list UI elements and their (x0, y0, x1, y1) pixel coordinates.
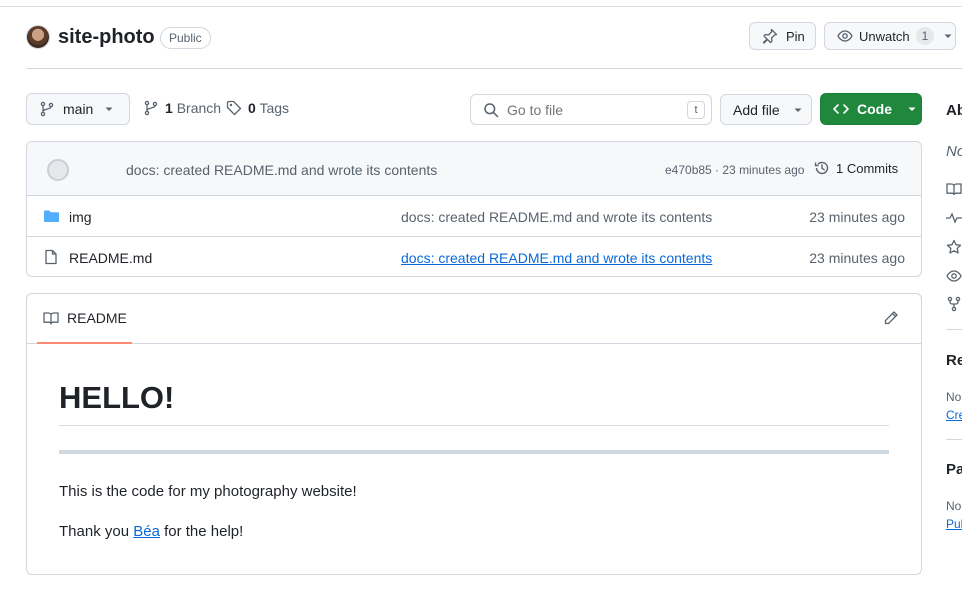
unwatch-label: Unwatch (859, 28, 910, 44)
sidebar-divider (946, 329, 962, 330)
visibility-badge: Public (160, 27, 211, 49)
pin-button[interactable]: Pin (749, 22, 816, 50)
eye-icon[interactable] (946, 268, 962, 284)
packages-heading[interactable]: Pa (946, 461, 962, 478)
chevron-down-icon (908, 107, 916, 111)
tag-count: 0 (248, 100, 256, 116)
unwatch-button[interactable]: Unwatch 1 (824, 22, 956, 50)
pin-label: Pin (786, 28, 805, 44)
branches-link[interactable]: 1 Branch (143, 100, 221, 116)
sidebar-divider (946, 439, 962, 440)
code-button[interactable]: Code (820, 93, 922, 125)
search-shortcut-key: t (687, 101, 705, 119)
file-name[interactable]: img (69, 209, 92, 225)
file-commit-time: 23 minutes ago (809, 209, 905, 225)
owner-avatar[interactable] (26, 25, 50, 49)
readme-paragraph: This is the code for my photography webs… (59, 483, 357, 500)
tags-link[interactable]: 0 Tags (226, 100, 289, 116)
branch-count: 1 (165, 100, 173, 116)
committer-avatar[interactable] (47, 159, 69, 181)
readme-thanks-paragraph: Thank you Béa for the help! (59, 523, 243, 540)
thanks-prefix: Thank you (59, 523, 134, 540)
book-icon[interactable] (946, 181, 962, 197)
branch-name: main (63, 101, 94, 117)
file-listing: docs: created README.md and wrote its co… (26, 141, 922, 277)
file-commit-time: 23 minutes ago (809, 250, 905, 266)
file-icon (45, 249, 57, 265)
add-file-label: Add file (733, 101, 780, 118)
heading-underline (59, 425, 889, 426)
chevron-down-icon (105, 107, 113, 111)
about-heading: Ab (946, 102, 962, 119)
readme-tab[interactable]: README (37, 294, 132, 344)
file-commit-message[interactable]: docs: created README.md and wrote its co… (401, 250, 712, 266)
top-divider (0, 6, 962, 7)
book-icon (43, 312, 59, 325)
latest-commit-bar: docs: created README.md and wrote its co… (27, 142, 921, 196)
chevron-down-icon (944, 34, 952, 38)
branch-icon (144, 100, 158, 116)
publish-package-link[interactable]: Pul (946, 517, 962, 531)
branch-icon (40, 101, 54, 117)
star-icon[interactable] (946, 239, 962, 255)
commits-count-label: 1 Commits (836, 160, 899, 176)
history-icon (814, 161, 829, 175)
about-description: No (946, 143, 962, 160)
packages-text: No (946, 499, 962, 513)
code-label: Code (857, 101, 892, 117)
pulse-icon[interactable] (946, 210, 962, 226)
contributor-link[interactable]: Béa (133, 523, 160, 540)
repo-name[interactable]: site-photo (58, 26, 155, 49)
code-icon (833, 104, 849, 114)
folder-icon (44, 210, 59, 222)
go-to-file-search[interactable]: t (470, 94, 712, 125)
commit-hash-time[interactable]: e470b85 · 23 minutes ago (665, 163, 804, 177)
chevron-down-icon (794, 108, 802, 112)
add-file-button[interactable]: Add file (720, 94, 812, 125)
tag-label: Tags (259, 100, 290, 116)
releases-heading[interactable]: Re (946, 352, 962, 369)
horizontal-rule (59, 450, 889, 454)
file-row[interactable]: img docs: created README.md and wrote it… (27, 196, 921, 237)
readme-tab-label: README (67, 310, 127, 326)
header-divider (26, 68, 962, 69)
readme-heading: HELLO! (59, 380, 175, 415)
latest-commit-message[interactable]: docs: created README.md and wrote its co… (126, 162, 437, 178)
commits-history-link[interactable]: 1 Commits (814, 160, 898, 176)
pin-icon (762, 28, 778, 44)
file-name[interactable]: README.md (69, 250, 152, 266)
thanks-suffix: for the help! (159, 523, 244, 540)
tag-icon (226, 100, 242, 116)
file-row[interactable]: README.md docs: created README.md and wr… (27, 237, 921, 276)
branch-selector[interactable]: main (26, 93, 130, 125)
eye-icon (837, 30, 853, 42)
releases-text: No (946, 390, 962, 404)
search-icon (484, 102, 499, 117)
fork-icon[interactable] (946, 296, 962, 312)
branch-label: Branch (176, 100, 222, 116)
create-release-link[interactable]: Cre (946, 408, 962, 422)
watch-count: 1 (915, 27, 935, 45)
file-commit-message[interactable]: docs: created README.md and wrote its co… (401, 209, 712, 225)
search-input[interactable] (507, 101, 677, 118)
readme-panel: README HELLO! This is the code for my ph… (26, 293, 922, 575)
pencil-icon[interactable] (883, 310, 899, 326)
readme-header: README (27, 294, 921, 344)
